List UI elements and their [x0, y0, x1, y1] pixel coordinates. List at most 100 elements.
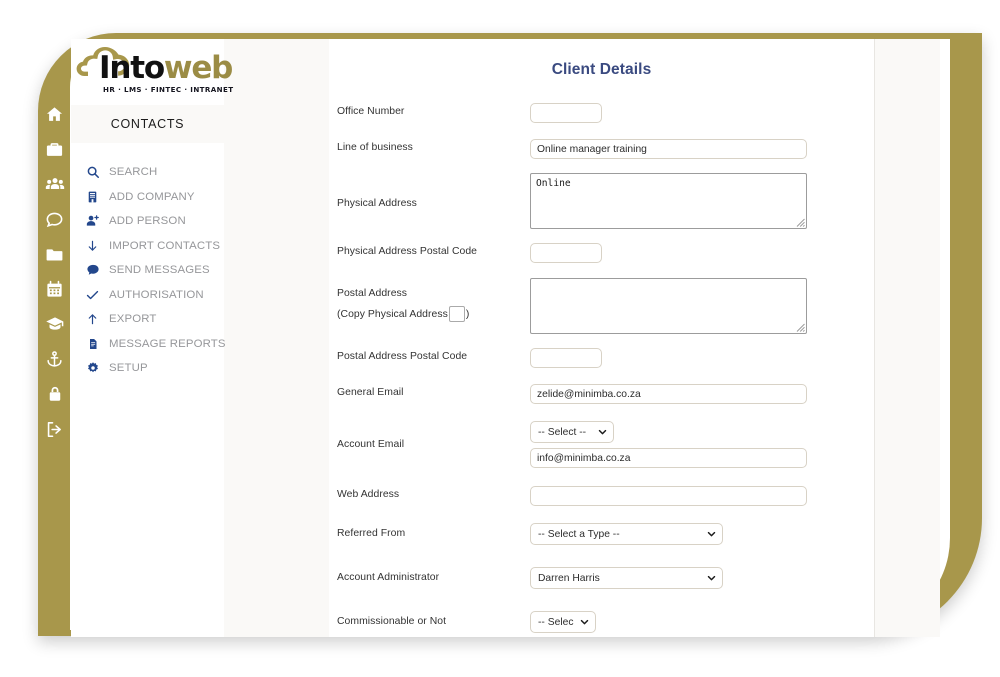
- copy-label-close: ): [465, 308, 470, 320]
- field-label: Account Email: [337, 439, 405, 450]
- users-icon[interactable]: [43, 172, 67, 196]
- gear-icon: [85, 361, 100, 376]
- sidebar-item-export[interactable]: EXPORT: [85, 307, 224, 332]
- check-icon: [85, 287, 100, 302]
- field-label: Referred From: [337, 528, 406, 539]
- logo-word-web: web: [163, 50, 233, 86]
- field-row-postal-postal-code: Postal Address Postal Code: [337, 348, 874, 368]
- sidebar-item-message-reports[interactable]: MESSAGE REPORTS: [85, 332, 226, 357]
- logo-wordmark: Intoweb: [99, 50, 233, 86]
- sidebar-item-label: SEARCH: [109, 166, 158, 179]
- sidebar-item-label: SEND MESSAGES: [109, 264, 210, 277]
- office-number-input[interactable]: [530, 103, 602, 123]
- copy-label-open: (Copy Physical Address: [337, 308, 448, 320]
- field-row-office-number: Office Number: [337, 103, 874, 123]
- physical-postal-code-input[interactable]: [530, 243, 602, 263]
- building-icon: [85, 189, 100, 204]
- chevron-down-icon: [580, 619, 589, 625]
- sidebar-section-title: CONTACTS: [71, 105, 224, 143]
- briefcase-icon[interactable]: [43, 137, 67, 161]
- sidebar-item-label: EXPORT: [109, 313, 157, 326]
- page-title: Client Details: [551, 61, 652, 78]
- field-row-commissionable: Commissionable or Not -- Selec: [337, 611, 874, 633]
- sidebar-item-add-company[interactable]: ADD COMPANY: [85, 185, 224, 210]
- message-icon: [85, 263, 100, 278]
- sidebar-item-setup[interactable]: SETUP: [85, 356, 224, 381]
- field-label: Web Address: [337, 489, 400, 500]
- sign-out-icon[interactable]: [43, 417, 67, 441]
- sidebar-item-search[interactable]: SEARCH: [85, 160, 224, 185]
- document-icon: [85, 336, 100, 351]
- physical-address-textarea[interactable]: [530, 173, 807, 229]
- field-row-postal-address: Postal Address (Copy Physical Address ): [337, 278, 874, 334]
- sidebar-item-label: MESSAGE REPORTS: [109, 337, 226, 350]
- field-row-account-email: Account Email -- Select --: [337, 421, 874, 468]
- field-row-physical-address: Physical Address: [337, 173, 874, 229]
- field-label: Physical Address Postal Code: [337, 246, 478, 257]
- sidebar-menu-list: SEARCH ADD COMPANY ADD PERSON IMPORT CON…: [71, 143, 226, 381]
- field-label: Postal Address: [337, 288, 408, 299]
- sidebar-item-send-messages[interactable]: SEND MESSAGES: [85, 258, 224, 283]
- icon-rail: [38, 60, 71, 620]
- field-label: Account Administrator: [337, 572, 440, 583]
- sidebar-item-authorisation[interactable]: AUTHORISATION: [85, 283, 224, 308]
- copy-physical-address-label: (Copy Physical Address ): [337, 306, 530, 322]
- home-icon[interactable]: [43, 102, 67, 126]
- content-gutter: [224, 39, 329, 637]
- field-label: Line of business: [337, 142, 413, 153]
- search-icon: [85, 165, 100, 180]
- user-plus-icon: [85, 214, 100, 229]
- sidebar-item-label: IMPORT CONTACTS: [109, 239, 221, 252]
- postal-address-textarea[interactable]: [530, 278, 807, 334]
- anchor-icon[interactable]: [43, 347, 67, 371]
- folder-icon[interactable]: [43, 242, 67, 266]
- field-label: Office Number: [337, 106, 405, 117]
- arrow-up-icon: [85, 312, 100, 327]
- account-administrator-select[interactable]: Darren Harris: [530, 567, 723, 589]
- sidebar-item-import-contacts[interactable]: IMPORT CONTACTS: [85, 234, 224, 259]
- sidebar-menu-panel: Intoweb HR · LMS · FINTEC · INTRANET CON…: [71, 39, 233, 637]
- chevron-down-icon: [707, 575, 716, 581]
- line-of-business-input[interactable]: [530, 139, 807, 159]
- postal-postal-code-input[interactable]: [530, 348, 602, 368]
- field-label-group: Postal Address (Copy Physical Address ): [337, 278, 530, 322]
- sidebar-item-add-person[interactable]: ADD PERSON: [85, 209, 224, 234]
- field-row-referred-from: Referred From -- Select a Type --: [337, 523, 874, 545]
- field-label: General Email: [337, 387, 404, 398]
- sidebar-item-label: AUTHORISATION: [109, 288, 204, 301]
- client-details-form: Client Details Office Number Line of bus…: [329, 39, 874, 637]
- field-row-line-of-business: Line of business: [337, 139, 874, 159]
- select-value: -- Selec: [538, 616, 574, 628]
- commissionable-select[interactable]: -- Selec: [530, 611, 596, 633]
- select-value: Darren Harris: [538, 572, 600, 584]
- account-email-type-select[interactable]: -- Select --: [530, 421, 614, 443]
- graduation-cap-icon[interactable]: [43, 312, 67, 336]
- arrow-down-icon: [85, 238, 100, 253]
- select-value: -- Select --: [538, 426, 587, 438]
- field-row-account-administrator: Account Administrator Darren Harris: [337, 567, 874, 589]
- brand-logo[interactable]: Intoweb HR · LMS · FINTEC · INTRANET: [71, 39, 233, 105]
- field-label: Postal Address Postal Code: [337, 351, 468, 362]
- sidebar-item-label: ADD PERSON: [109, 215, 186, 228]
- field-row-general-email: General Email: [337, 384, 874, 404]
- field-row-web-address: Web Address: [337, 486, 874, 506]
- referred-from-select[interactable]: -- Select a Type --: [530, 523, 723, 545]
- chat-bubble-icon[interactable]: [43, 207, 67, 231]
- account-email-input[interactable]: [530, 448, 807, 468]
- general-email-input[interactable]: [530, 384, 807, 404]
- chevron-down-icon: [598, 429, 607, 435]
- field-label: Physical Address: [337, 198, 417, 209]
- logo-tagline: HR · LMS · FINTEC · INTRANET: [103, 85, 234, 94]
- copy-physical-address-checkbox[interactable]: [448, 306, 465, 322]
- sidebar-item-label: SETUP: [109, 362, 148, 375]
- right-pad: [874, 39, 940, 637]
- calendar-icon[interactable]: [43, 277, 67, 301]
- sidebar-item-label: ADD COMPANY: [109, 190, 195, 203]
- field-label: Commissionable or Not: [337, 616, 447, 627]
- lock-icon[interactable]: [43, 382, 67, 406]
- web-address-input[interactable]: [530, 486, 807, 506]
- select-value: -- Select a Type --: [538, 528, 620, 540]
- chevron-down-icon: [707, 531, 716, 537]
- logo-word-into: Into: [99, 50, 165, 86]
- field-row-physical-postal-code: Physical Address Postal Code: [337, 243, 874, 263]
